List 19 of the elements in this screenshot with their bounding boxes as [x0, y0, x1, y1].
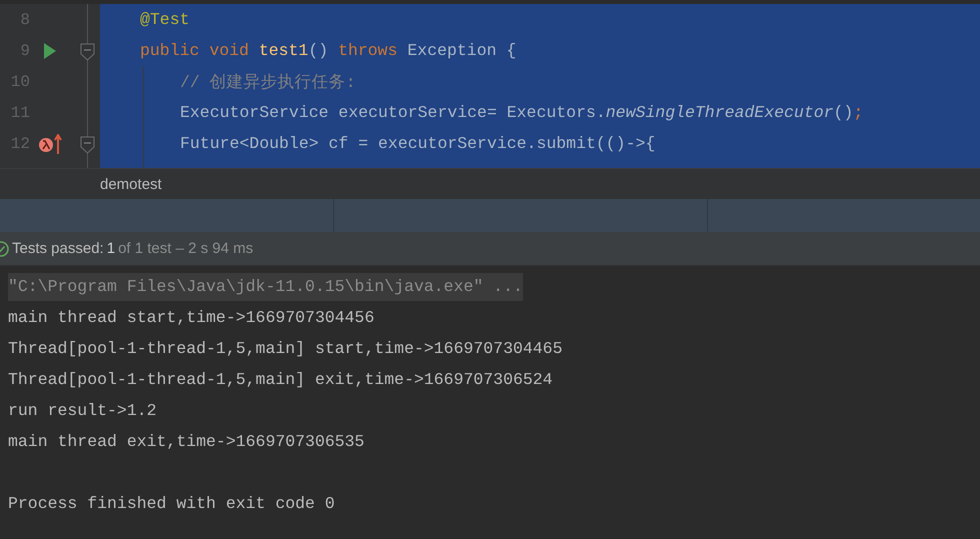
passed-count: 1 [106, 240, 116, 257]
status-label: Tests passed: [12, 240, 104, 257]
fold-icon[interactable] [80, 43, 95, 61]
code-line: @Test [139, 10, 190, 29]
code-line: // 创建异步执行任务: [179, 72, 356, 92]
console-line: Process finished with exit code 0 [8, 494, 335, 513]
console-line: Thread[pool-1-thread-1,5,main] exit,time->1669707306524 [8, 370, 553, 389]
fold-icon[interactable] [80, 136, 95, 154]
console-line: run result->1.2 [8, 401, 157, 420]
code-line: ExecutorService executorService= Executors.newSingleThreadExecutor(); [179, 103, 864, 122]
run-icon[interactable] [43, 42, 57, 60]
status-detail: of 1 test – 2 s 94 ms [118, 240, 254, 257]
console-line: Thread[pool-1-thread-1,5,main] start,time->1669707304465 [8, 339, 562, 358]
lambda-arrow-icon[interactable] [38, 134, 62, 154]
code-line: Future<Double> cf = executorService.submit(()->{ [179, 134, 656, 153]
breadcrumb-item[interactable]: demotest [100, 176, 162, 192]
console-line: main thread start,time->1669707304456 [8, 308, 374, 327]
code-line: public void test1() throws Exception { [139, 41, 516, 60]
console-line: main thread exit,time->1669707306535 [8, 432, 364, 451]
